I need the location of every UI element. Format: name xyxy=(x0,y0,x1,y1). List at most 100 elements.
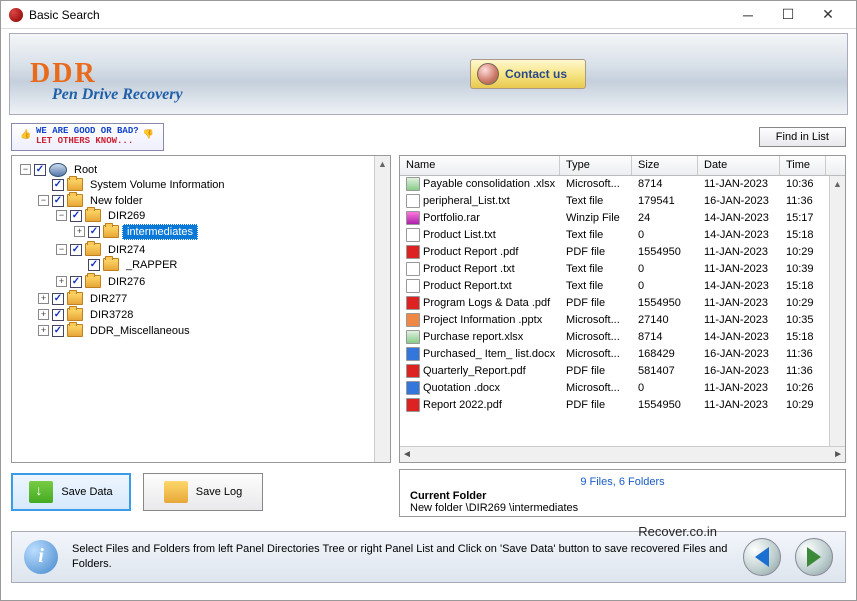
tree-sys-vol[interactable]: System Volume Information xyxy=(86,178,229,192)
feedback-badge[interactable]: 👍 WE ARE GOOD OR BAD? LET OTHERS KNOW...… xyxy=(11,123,164,151)
folder-icon xyxy=(85,243,101,256)
file-name: Portfolio.rar xyxy=(423,212,480,224)
list-item[interactable]: Product Report .txtText file011-JAN-2023… xyxy=(400,261,845,278)
find-in-list-button[interactable]: Find in List xyxy=(759,127,846,147)
list-item[interactable]: Purchased_ Item_ list.docxMicrosoft...16… xyxy=(400,346,845,363)
expand-toggle[interactable]: + xyxy=(56,276,67,287)
tree-dir3728[interactable]: DIR3728 xyxy=(86,308,137,322)
expand-toggle[interactable]: − xyxy=(56,210,67,221)
prev-button[interactable] xyxy=(743,538,781,576)
expand-toggle[interactable]: − xyxy=(56,244,67,255)
tree-ddr-misc[interactable]: DDR_Miscellaneous xyxy=(86,324,194,338)
expand-toggle[interactable]: + xyxy=(38,293,49,304)
list-item[interactable]: Product List.txtText file014-JAN-202315:… xyxy=(400,227,845,244)
file-type: PDF file xyxy=(560,246,632,258)
list-item[interactable]: Product Report.txtText file014-JAN-20231… xyxy=(400,278,845,295)
file-type: Microsoft... xyxy=(560,178,632,190)
list-item[interactable]: Portfolio.rarWinzip File2414-JAN-202315:… xyxy=(400,210,845,227)
list-body[interactable]: Payable consolidation .xlsxMicrosoft...8… xyxy=(400,176,845,446)
list-item[interactable]: Program Logs & Data .pdfPDF file15549501… xyxy=(400,295,845,312)
list-item[interactable]: Purchase report.xlsxMicrosoft...871414-J… xyxy=(400,329,845,346)
list-item[interactable]: Payable consolidation .xlsxMicrosoft...8… xyxy=(400,176,845,193)
file-name: Purchase report.xlsx xyxy=(423,331,523,343)
tree-checkbox[interactable]: ✓ xyxy=(52,309,64,321)
txt-file-icon xyxy=(406,279,420,293)
list-item[interactable]: Product Report .pdfPDF file155495011-JAN… xyxy=(400,244,845,261)
contact-us-button[interactable]: Contact us xyxy=(470,59,586,89)
tree-checkbox[interactable]: ✓ xyxy=(52,179,64,191)
expand-toggle[interactable]: − xyxy=(20,164,31,175)
expand-toggle[interactable]: − xyxy=(38,195,49,206)
col-size[interactable]: Size xyxy=(632,156,698,175)
col-date[interactable]: Date xyxy=(698,156,780,175)
tree-checkbox[interactable]: ✓ xyxy=(88,259,100,271)
current-folder-title: Current Folder xyxy=(410,490,835,502)
tree-checkbox[interactable]: ✓ xyxy=(52,195,64,207)
file-date: 11-JAN-2023 xyxy=(698,297,780,309)
tree-root[interactable]: Root xyxy=(70,163,101,177)
tree-dir274[interactable]: DIR274 xyxy=(104,243,149,257)
file-size: 0 xyxy=(632,263,698,275)
col-type[interactable]: Type xyxy=(560,156,632,175)
pdf-file-icon xyxy=(406,245,420,259)
contact-label: Contact us xyxy=(505,67,567,81)
file-type: Microsoft... xyxy=(560,348,632,360)
tree-rapper[interactable]: _RAPPER xyxy=(122,258,181,272)
file-date: 14-JAN-2023 xyxy=(698,212,780,224)
list-item[interactable]: Quarterly_Report.pdfPDF file58140716-JAN… xyxy=(400,363,845,380)
maximize-button[interactable]: ☐ xyxy=(768,2,808,28)
directory-tree[interactable]: −✓Root ✓System Volume Information −✓New … xyxy=(16,162,386,340)
expand-toggle[interactable]: + xyxy=(38,309,49,320)
list-hscrollbar[interactable]: ◄► xyxy=(400,446,845,462)
tree-intermediates[interactable]: intermediates xyxy=(122,224,198,240)
tree-dir269[interactable]: DIR269 xyxy=(104,209,149,223)
titlebar: Basic Search ─ ☐ ✕ xyxy=(1,1,856,29)
tree-checkbox[interactable]: ✓ xyxy=(70,210,82,222)
close-button[interactable]: ✕ xyxy=(808,2,848,28)
tree-checkbox[interactable]: ✓ xyxy=(34,164,46,176)
tree-scrollbar[interactable]: ▲ xyxy=(374,156,390,462)
txt-file-icon xyxy=(406,194,420,208)
list-item[interactable]: peripheral_List.txtText file17954116-JAN… xyxy=(400,193,845,210)
next-button[interactable] xyxy=(795,538,833,576)
expand-toggle[interactable]: + xyxy=(38,325,49,336)
file-type: Winzip File xyxy=(560,212,632,224)
current-folder-path: New folder \DIR269 \intermediates xyxy=(410,502,835,514)
below-panels: Save Data Save Log 9 Files, 6 Folders Cu… xyxy=(1,469,856,525)
tree-new-folder[interactable]: New folder xyxy=(86,194,147,208)
main-area: −✓Root ✓System Volume Information −✓New … xyxy=(1,155,856,469)
list-item[interactable]: Quotation .docxMicrosoft...011-JAN-20231… xyxy=(400,380,845,397)
list-vscrollbar[interactable]: ▲ xyxy=(829,176,845,446)
file-name: Product Report .txt xyxy=(423,263,515,275)
expand-toggle[interactable]: + xyxy=(74,226,85,237)
person-icon xyxy=(477,63,499,85)
list-item[interactable]: Report 2022.pdfPDF file155495011-JAN-202… xyxy=(400,397,845,414)
ppt-file-icon xyxy=(406,313,420,327)
file-size: 8714 xyxy=(632,331,698,343)
tree-dir276[interactable]: DIR276 xyxy=(104,275,149,289)
arrow-right-icon xyxy=(807,547,821,567)
tree-checkbox[interactable]: ✓ xyxy=(52,293,64,305)
file-size: 168429 xyxy=(632,348,698,360)
save-data-button[interactable]: Save Data xyxy=(11,473,131,511)
list-header: Name Type Size Date Time xyxy=(400,156,845,176)
file-name: Product Report.txt xyxy=(423,280,512,292)
tree-checkbox[interactable]: ✓ xyxy=(70,276,82,288)
xls-file-icon xyxy=(406,330,420,344)
file-time: 10:26 xyxy=(780,382,826,394)
save-log-button[interactable]: Save Log xyxy=(143,473,263,511)
tree-checkbox[interactable]: ✓ xyxy=(70,244,82,256)
file-type: PDF file xyxy=(560,399,632,411)
file-time: 10:29 xyxy=(780,246,826,258)
col-name[interactable]: Name xyxy=(400,156,560,175)
file-type: Microsoft... xyxy=(560,314,632,326)
col-time[interactable]: Time xyxy=(780,156,826,175)
file-date: 11-JAN-2023 xyxy=(698,382,780,394)
feedback-line2: LET OTHERS KNOW... xyxy=(36,137,139,147)
tree-dir277[interactable]: DIR277 xyxy=(86,292,131,306)
list-item[interactable]: Project Information .pptxMicrosoft...271… xyxy=(400,312,845,329)
tree-checkbox[interactable]: ✓ xyxy=(52,325,64,337)
tree-checkbox[interactable]: ✓ xyxy=(88,226,100,238)
minimize-button[interactable]: ─ xyxy=(728,2,768,28)
file-size: 24 xyxy=(632,212,698,224)
